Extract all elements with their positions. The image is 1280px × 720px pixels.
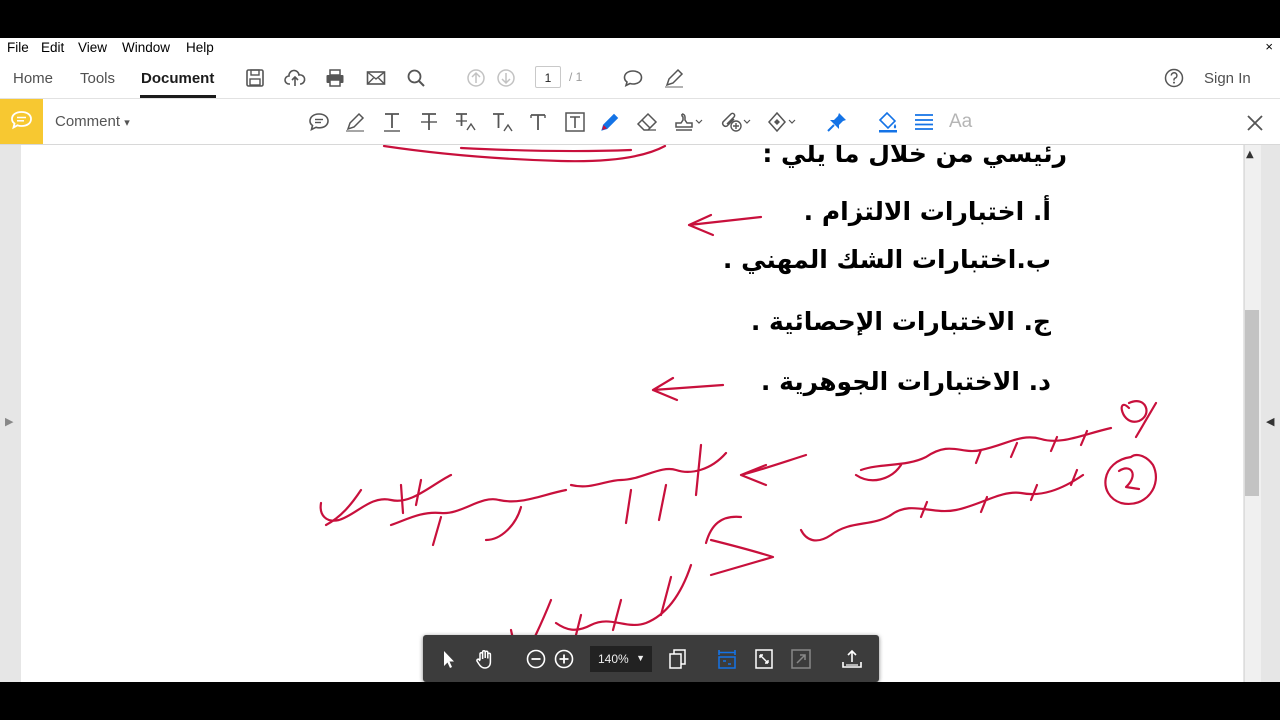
help-icon[interactable] [1163, 67, 1185, 89]
comment-toolbar: Comment ▾ Aa [0, 99, 1280, 145]
font-icon[interactable]: Aa [949, 111, 973, 135]
menu-file[interactable]: File [7, 40, 29, 55]
sticky-note-icon[interactable] [307, 110, 331, 134]
menu-bar: File Edit View Window Help × [0, 38, 1280, 58]
mail-icon[interactable] [365, 67, 387, 89]
tab-document[interactable]: Document [141, 70, 214, 87]
window-close-button[interactable]: × [1265, 39, 1273, 54]
pdf-page[interactable]: رئيسي من خلال ما يلي : أ. اختبارات الالت… [21, 145, 1243, 682]
print-icon[interactable] [324, 67, 346, 89]
pin-icon[interactable] [825, 110, 849, 134]
fill-icon[interactable] [876, 110, 900, 134]
strikethrough-icon[interactable] [417, 110, 441, 134]
insert-text-icon[interactable] [490, 110, 514, 134]
stamp-icon[interactable] [672, 110, 704, 134]
floating-page-toolbar: 140% ▼ [423, 635, 879, 682]
tab-tools[interactable]: Tools [80, 70, 115, 87]
tab-home[interactable]: Home [13, 70, 53, 87]
zoom-level-value: 140% [598, 652, 629, 666]
text-icon[interactable] [380, 110, 404, 134]
hand-tool-icon[interactable] [473, 647, 497, 671]
document-area: ▶ رئيسي من خلال ما يلي : أ. اختبارات الا… [0, 145, 1280, 682]
fit-page-icon[interactable] [752, 647, 776, 671]
pen-icon[interactable] [663, 67, 685, 89]
acrobat-window: File Edit View Window Help × Home Tools … [0, 38, 1280, 682]
save-icon[interactable] [244, 67, 266, 89]
comment-dropdown[interactable]: Comment ▾ [55, 113, 130, 130]
zoom-out-icon[interactable] [524, 647, 548, 671]
highlight-icon[interactable] [343, 110, 367, 134]
text-box-icon[interactable] [563, 110, 587, 134]
handwritten-annotation [319, 145, 1158, 667]
zoom-level-select[interactable]: 140% ▼ [590, 646, 652, 672]
full-screen-icon[interactable] [789, 647, 813, 671]
share-upload-icon[interactable] [840, 647, 864, 671]
next-page-icon[interactable] [495, 67, 517, 89]
sign-in-link[interactable]: Sign In [1204, 70, 1251, 87]
menu-view[interactable]: View [78, 40, 107, 55]
scroll-up-icon[interactable]: ▲ [1246, 149, 1254, 160]
left-panel-gutter [0, 145, 20, 682]
active-tab-indicator [140, 95, 216, 98]
scrollbar-thumb[interactable] [1245, 310, 1259, 496]
lines-icon[interactable] [912, 110, 936, 134]
main-toolbar: Home Tools Document 1 / 1 Sign In [0, 58, 1280, 99]
comment-icon[interactable] [622, 67, 644, 89]
zoom-in-icon[interactable] [552, 647, 576, 671]
prev-page-icon[interactable] [465, 67, 487, 89]
close-icon[interactable] [1243, 111, 1267, 135]
zoom-dropdown-caret-icon: ▼ [636, 653, 645, 663]
menu-help[interactable]: Help [186, 40, 214, 55]
comment-badge [0, 99, 43, 144]
select-cursor-icon[interactable] [436, 647, 460, 671]
eraser-icon[interactable] [635, 110, 659, 134]
menu-edit[interactable]: Edit [41, 40, 64, 55]
attach-icon[interactable] [719, 110, 751, 134]
page-copy-icon[interactable] [666, 647, 690, 671]
cloud-upload-icon[interactable] [284, 67, 306, 89]
chevron-down-icon: ▾ [124, 117, 130, 129]
comment-label: Comment [55, 113, 121, 130]
replace-text-icon[interactable] [453, 110, 477, 134]
right-panel-gutter [1261, 145, 1280, 682]
draw-pencil-icon[interactable] [598, 110, 622, 134]
expand-right-panel-icon[interactable]: ◀ [1266, 415, 1274, 428]
page-total: / 1 [569, 70, 583, 84]
page-number-input[interactable]: 1 [535, 66, 561, 88]
comment-badge-icon [11, 111, 32, 130]
search-icon[interactable] [405, 67, 427, 89]
fit-width-icon[interactable] [715, 647, 739, 671]
shapes-icon[interactable] [765, 110, 797, 134]
expand-left-panel-icon[interactable]: ▶ [5, 415, 13, 428]
add-text-icon[interactable] [526, 110, 550, 134]
menu-window[interactable]: Window [122, 40, 170, 55]
